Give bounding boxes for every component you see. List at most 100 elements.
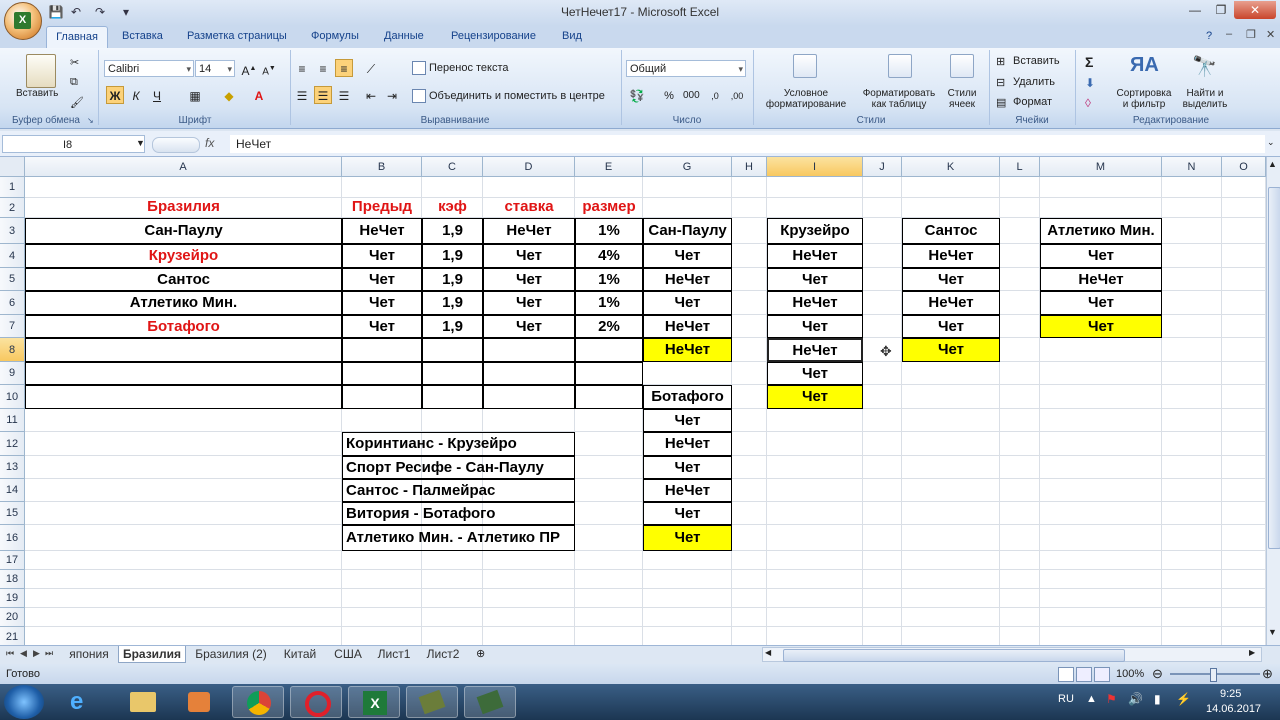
m-cell[interactable]: НеЧет <box>1040 268 1162 291</box>
row-header-5[interactable]: 5 <box>0 268 25 291</box>
empty-cell-a10[interactable] <box>25 385 342 409</box>
main-cell-e6[interactable]: 1% <box>575 291 643 315</box>
chrome-icon[interactable] <box>232 686 284 718</box>
row-header-21[interactable]: 21 <box>0 627 25 645</box>
row-header-15[interactable]: 15 <box>0 502 25 525</box>
ribbon-minimize-icon[interactable]: – <box>1226 28 1232 40</box>
format-as-table-icon[interactable] <box>888 54 912 78</box>
borders-icon[interactable]: ▦ <box>186 86 204 104</box>
empty-cell-d10[interactable] <box>483 385 575 409</box>
main-cell-a4[interactable]: Крузейро <box>25 244 342 268</box>
paste-icon[interactable] <box>26 54 56 88</box>
minimize-button[interactable]: — <box>1182 1 1208 19</box>
i-cell[interactable]: НеЧет <box>767 244 863 268</box>
wrap-text-button[interactable]: Перенос текста <box>429 62 509 74</box>
select-all-corner[interactable] <box>0 157 25 177</box>
format-cells-icon[interactable]: ▤ <box>996 96 1006 109</box>
g-top-cell[interactable]: Чет <box>643 244 732 268</box>
zoom-in-icon[interactable]: ⊕ <box>1262 664 1273 684</box>
k-cell[interactable]: Чет <box>902 268 1000 291</box>
font-color-icon[interactable]: A <box>250 86 268 104</box>
help-icon[interactable]: ? <box>1206 30 1212 42</box>
col-header-e[interactable]: E <box>575 157 643 177</box>
header-a[interactable]: Бразилия <box>25 198 342 218</box>
g-top-cell[interactable]: Сан-Паулу <box>643 218 732 244</box>
file-explorer-icon[interactable] <box>116 686 168 718</box>
row-header-8[interactable]: 8 <box>0 338 25 362</box>
g-bottom-cell[interactable]: Чет <box>643 525 732 551</box>
clock-time[interactable]: 9:25 <box>1220 688 1241 700</box>
volume-icon[interactable]: 🔊 <box>1128 692 1143 706</box>
delete-cells-button[interactable]: Удалить <box>1013 76 1055 88</box>
main-cell-d3[interactable]: НеЧет <box>483 218 575 244</box>
g-top-cell[interactable]: Чет <box>643 291 732 315</box>
scroll-down-icon[interactable]: ▼ <box>1268 627 1277 637</box>
empty-cell-c8[interactable] <box>422 338 483 362</box>
match-row[interactable]: Атлетико Мин. - Атлетико ПР <box>342 525 575 551</box>
sheet-tab-china[interactable]: Китай <box>276 646 324 663</box>
insert-sheet-icon[interactable]: ⊕ <box>476 647 485 660</box>
row-header-1[interactable]: 1 <box>0 177 25 198</box>
font-size-combo[interactable]: 14 <box>195 60 235 78</box>
g-bottom-cell[interactable]: НеЧет <box>643 432 732 456</box>
empty-cell-c10[interactable] <box>422 385 483 409</box>
g-bottom-cell[interactable]: НеЧет <box>643 479 732 502</box>
find-select-button[interactable]: Найти и выделить <box>1176 88 1234 110</box>
col-header-n[interactable]: N <box>1162 157 1222 177</box>
align-center-icon[interactable]: ☰ <box>314 86 332 104</box>
formula-bar-grip[interactable] <box>152 137 200 153</box>
m-cell[interactable]: Чет <box>1040 244 1162 268</box>
k-cell[interactable]: Сантос <box>902 218 1000 244</box>
sheet-nav-prev-icon[interactable]: ◀ <box>20 648 27 659</box>
delete-cells-icon[interactable]: ⊟ <box>996 76 1005 89</box>
align-left-icon[interactable]: ☰ <box>293 86 311 104</box>
main-cell-e3[interactable]: 1% <box>575 218 643 244</box>
k-cell[interactable]: НеЧет <box>902 291 1000 315</box>
merge-center-button[interactable]: Объединить и поместить в центре <box>429 90 605 102</box>
sort-filter-icon[interactable]: ЯA <box>1130 54 1159 77</box>
match-row[interactable]: Сантос - Палмейрас <box>342 479 575 502</box>
row-header-7[interactable]: 7 <box>0 315 25 338</box>
g-bottom-cell[interactable]: Ботафого <box>643 385 732 409</box>
row-header-13[interactable]: 13 <box>0 456 25 479</box>
main-cell-a7[interactable]: Ботафого <box>25 315 342 338</box>
name-box[interactable]: I8 <box>2 135 145 153</box>
main-cell-e4[interactable]: 4% <box>575 244 643 268</box>
match-row[interactable]: Спорт Ресифе - Сан-Паулу <box>342 456 575 479</box>
col-header-b[interactable]: B <box>342 157 422 177</box>
expand-formula-icon[interactable]: ⌄ <box>1267 137 1275 148</box>
g-bottom-cell[interactable]: Чет <box>643 456 732 479</box>
empty-cell-c9[interactable] <box>422 362 483 385</box>
paste-button[interactable]: Вставить <box>16 88 58 99</box>
format-painter-icon[interactable]: 🖌 <box>70 96 84 109</box>
row-header-18[interactable]: 18 <box>0 570 25 589</box>
grow-font-icon[interactable]: A▲ <box>240 59 258 78</box>
main-cell-b4[interactable]: Чет <box>342 244 422 268</box>
font-name-combo[interactable]: Calibri <box>104 60 194 78</box>
scroll-up-icon[interactable]: ▲ <box>1268 159 1277 169</box>
sheet-nav-first-icon[interactable]: ⏮ <box>6 648 14 659</box>
row-header-9[interactable]: 9 <box>0 362 25 385</box>
g-bottom-cell[interactable]: Чет <box>643 502 732 525</box>
tab-formulas[interactable]: Формулы <box>311 30 359 42</box>
row-header-11[interactable]: 11 <box>0 409 25 432</box>
excel-taskbar-icon[interactable]: X <box>348 686 400 718</box>
restore-button[interactable]: ❐ <box>1208 1 1234 19</box>
i-cell[interactable]: Чет <box>767 315 863 338</box>
main-cell-d7[interactable]: Чет <box>483 315 575 338</box>
percent-icon[interactable]: % <box>660 86 678 104</box>
col-header-a[interactable]: A <box>25 157 342 177</box>
formula-input[interactable]: НеЧет <box>230 135 1265 153</box>
main-cell-a3[interactable]: Сан-Паулу <box>25 218 342 244</box>
main-cell-e5[interactable]: 1% <box>575 268 643 291</box>
page-break-view-icon[interactable] <box>1094 667 1110 682</box>
empty-cell-d8[interactable] <box>483 338 575 362</box>
empty-cell-e10[interactable] <box>575 385 643 409</box>
row-header-16[interactable]: 16 <box>0 525 25 551</box>
insert-function-button[interactable]: fx <box>205 136 214 150</box>
g-bottom-cell[interactable]: Чет <box>643 409 732 432</box>
row-header-19[interactable]: 19 <box>0 589 25 608</box>
sheet-tab-list1[interactable]: Лист1 <box>372 646 416 663</box>
i-cell[interactable]: НеЧет <box>767 291 863 315</box>
row-header-3[interactable]: 3 <box>0 218 25 244</box>
